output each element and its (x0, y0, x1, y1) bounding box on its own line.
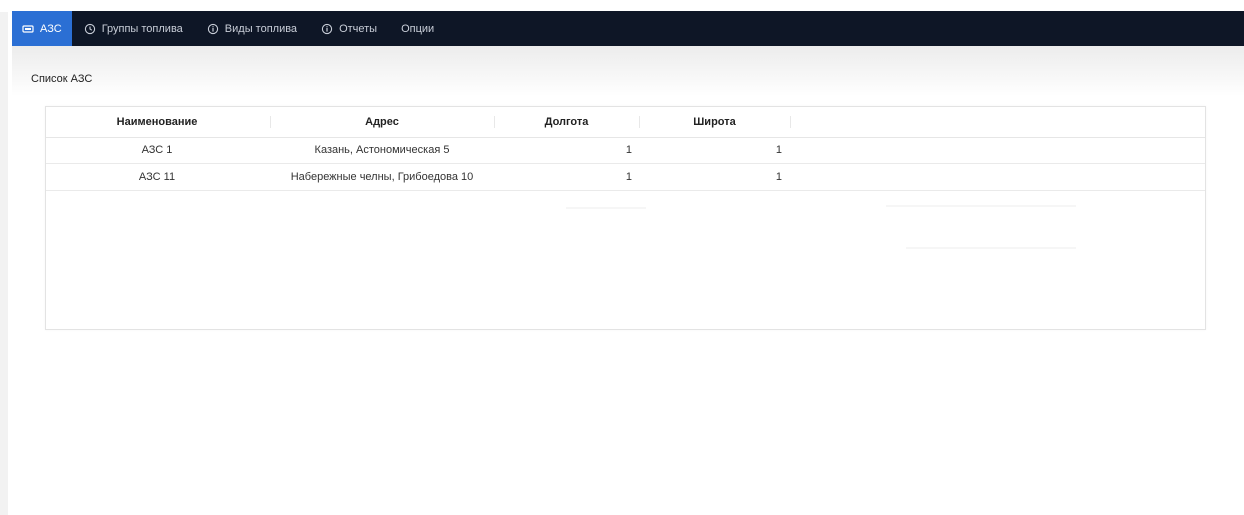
ghost-line (906, 247, 1076, 249)
column-header-address[interactable]: Адрес (271, 107, 493, 137)
table-row[interactable]: АЗС 1 Казань, Астономическая 5 1 1 (46, 137, 1205, 164)
tab-reports[interactable]: Отчеты (309, 11, 389, 46)
tab-options[interactable]: Опции (389, 11, 446, 46)
column-resizer[interactable] (790, 116, 791, 128)
station-icon (22, 23, 34, 35)
table-row[interactable]: АЗС 11 Набережные челны, Грибоедова 10 1… (46, 164, 1205, 191)
tab-stations[interactable]: АЗС (12, 11, 72, 46)
tab-fuel-types[interactable]: Виды топлива (195, 11, 309, 46)
table-header: Наименование Адрес Долгота Широта (46, 107, 1205, 138)
column-header-latitude[interactable]: Широта (640, 107, 789, 137)
ghost-line (886, 205, 1076, 207)
tab-fuel-groups[interactable]: Группы топлива (72, 11, 195, 46)
top-nav-bar: АЗС Группы топлива Виды топлива Отчеты О… (12, 11, 1244, 46)
column-header-longitude[interactable]: Долгота (495, 107, 638, 137)
page-title: Список АЗС (31, 73, 93, 85)
tab-label: Виды топлива (224, 22, 298, 35)
cell-name: АЗС 1 (141, 144, 173, 156)
app-window: АЗС Группы топлива Виды топлива Отчеты О… (0, 0, 1244, 515)
tab-label: Отчеты (339, 22, 378, 35)
left-edge (0, 12, 8, 515)
tab-label: Группы топлива (101, 22, 183, 35)
tab-label: Опции (401, 22, 435, 35)
column-header-name[interactable]: Наименование (46, 107, 268, 137)
cell-address: Набережные челны, Грибоедова 10 (290, 171, 474, 183)
clock-icon (84, 23, 96, 35)
cell-longitude: 1 (625, 171, 632, 183)
ghost-line (566, 207, 646, 209)
stations-table: Наименование Адрес Долгота Широта АЗС 1 … (45, 106, 1206, 330)
info-icon (207, 23, 219, 35)
cell-latitude: 1 (775, 171, 782, 183)
cell-address: Казань, Астономическая 5 (314, 144, 450, 156)
cell-name: АЗС 11 (138, 171, 176, 183)
cell-latitude: 1 (775, 144, 782, 156)
page-header (12, 46, 1244, 96)
tab-label: АЗС (40, 22, 62, 35)
cell-longitude: 1 (625, 144, 632, 156)
info-icon (321, 23, 333, 35)
